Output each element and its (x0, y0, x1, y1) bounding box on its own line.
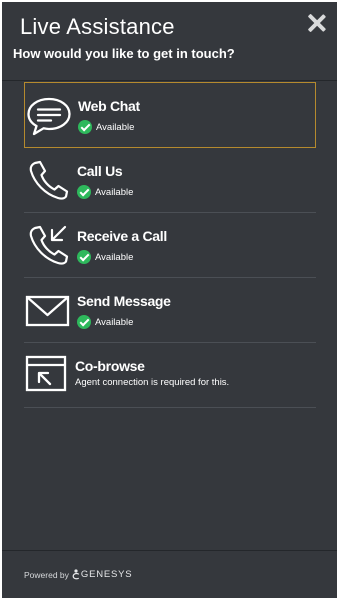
check-circle-icon (77, 315, 91, 329)
option-call-us[interactable]: Call Us Available (24, 148, 316, 213)
option-web-chat[interactable]: Web Chat Available (24, 82, 316, 148)
genesys-logo[interactable]: GENESYS (72, 569, 133, 580)
option-name: Call Us (77, 163, 123, 179)
status-text: Available (95, 316, 134, 328)
chat-bubble-icon (27, 97, 71, 136)
status-text: Available (96, 121, 135, 133)
powered-by: Powered by GENESYS (24, 569, 132, 580)
live-assistance-panel: Live Assistance How would you like to ge… (2, 2, 337, 598)
option-name: Receive a Call (77, 228, 167, 244)
panel-title: Live Assistance (20, 14, 175, 39)
option-receive-a-call[interactable]: Receive a Call Available (24, 213, 316, 278)
panel-header: Live Assistance How would you like to ge… (2, 2, 337, 81)
option-co-browse[interactable]: Co-browse Agent connection is required f… (24, 343, 316, 408)
check-circle-icon (77, 250, 91, 264)
option-note: Agent connection is required for this. (75, 377, 230, 388)
panel-subtitle: How would you like to get in touch? (13, 46, 235, 61)
check-circle-icon (77, 185, 91, 199)
option-send-message[interactable]: Send Message Available (24, 278, 316, 343)
status-badge: Available (77, 249, 133, 265)
close-icon[interactable] (307, 13, 327, 33)
check-circle-icon (78, 120, 92, 134)
phone-icon (29, 160, 69, 200)
genesys-mark-icon (72, 569, 79, 580)
option-name: Co-browse (75, 358, 145, 374)
cobrowse-icon (25, 355, 67, 392)
status-badge: Available (77, 314, 133, 330)
status-badge: Available (77, 184, 133, 200)
option-name: Send Message (77, 293, 171, 309)
phone-incoming-icon (29, 225, 69, 265)
option-name: Web Chat (78, 98, 140, 114)
panel-footer: Powered by GENESYS (2, 550, 337, 598)
status-badge: Available (78, 119, 134, 135)
brand-name: GENESYS (80, 569, 133, 580)
contact-options-list: Web Chat Available Call Us Available Rec… (24, 82, 316, 408)
powered-by-label: Powered by (24, 569, 69, 580)
status-text: Available (95, 186, 134, 198)
status-text: Available (95, 251, 134, 263)
envelope-icon (25, 295, 70, 327)
